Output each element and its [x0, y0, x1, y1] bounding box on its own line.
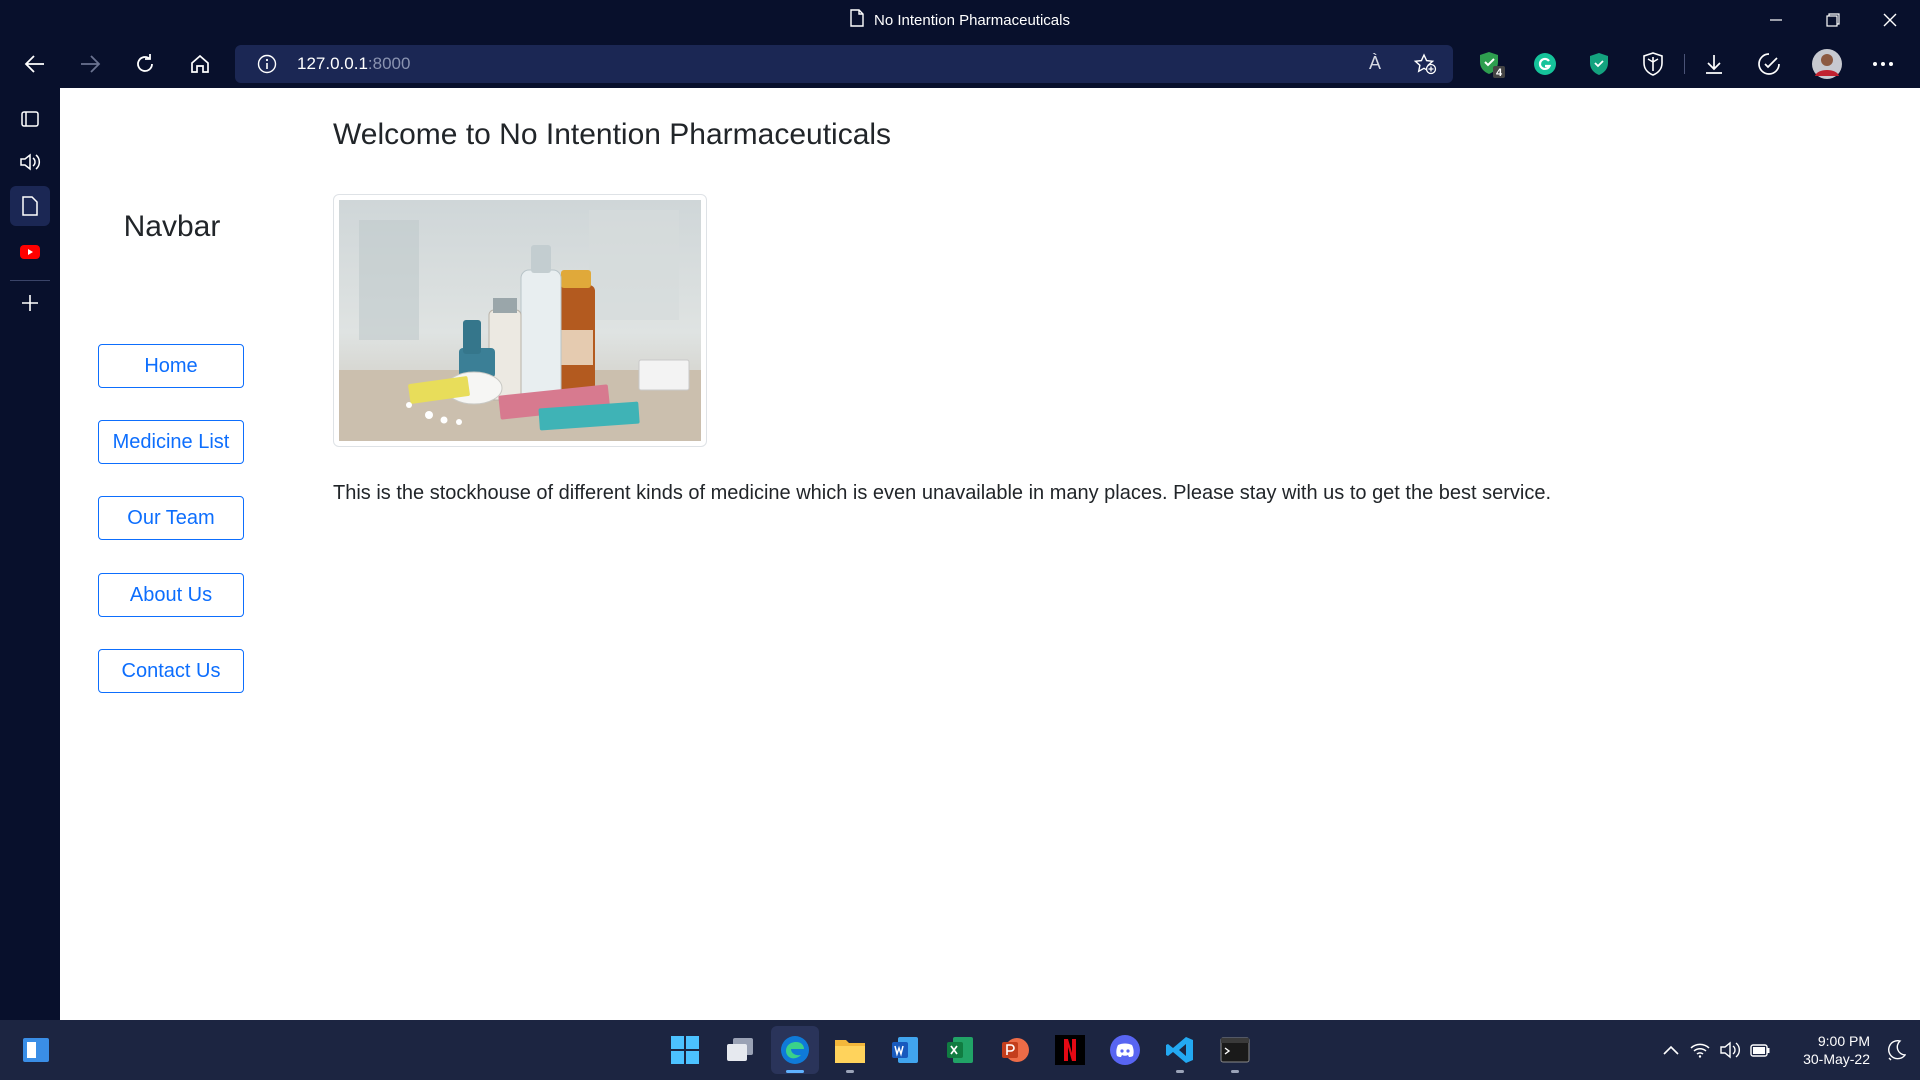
window-title-bar: No Intention Pharmaceuticals: [0, 0, 1920, 40]
nav-about-us-button[interactable]: About Us: [98, 573, 244, 617]
edge-taskbar-icon[interactable]: [771, 1026, 819, 1074]
widgets-icon[interactable]: [12, 1026, 60, 1074]
vscode-indicator: [1176, 1070, 1184, 1073]
clock-time: 9:00 PM: [1817, 1033, 1870, 1049]
add-favorite-icon[interactable]: [1413, 53, 1437, 80]
address-bar[interactable]: 127.0.0.1:8000 À: [235, 45, 1453, 83]
volume-icon[interactable]: [1715, 1041, 1745, 1059]
nav-medicine-list-button[interactable]: Medicine List: [98, 420, 244, 464]
url-text[interactable]: 127.0.0.1:8000: [297, 45, 410, 83]
grammarly-icon[interactable]: [1528, 47, 1562, 81]
home-icon[interactable]: [180, 44, 220, 84]
system-tray: [1657, 1020, 1775, 1080]
restore-button[interactable]: [1805, 0, 1861, 40]
speaker-tab-icon[interactable]: [10, 142, 50, 182]
page-content: Navbar Home Medicine List Our Team About…: [60, 88, 1920, 1020]
url-port: :8000: [367, 54, 411, 73]
discord-icon[interactable]: [1101, 1026, 1149, 1074]
intro-paragraph: This is the stockhouse of different kind…: [333, 482, 1552, 504]
nav-our-team-button[interactable]: Our Team: [98, 496, 244, 540]
clock-date: 30-May-22: [1803, 1051, 1870, 1067]
minimize-button[interactable]: [1748, 0, 1804, 40]
page-document-icon: [850, 9, 864, 31]
medicine-bottles-image: [339, 200, 701, 441]
excel-icon[interactable]: [936, 1026, 984, 1074]
edge-active-indicator: [786, 1070, 804, 1073]
nav-home-button[interactable]: Home: [98, 344, 244, 388]
sidebar-divider: [10, 280, 50, 281]
file-explorer-icon[interactable]: [826, 1026, 874, 1074]
profile-avatar[interactable]: [1810, 47, 1844, 81]
edge-sidebar: [0, 88, 60, 1020]
task-view-icon[interactable]: [716, 1026, 764, 1074]
forward-button[interactable]: [70, 44, 110, 84]
terminal-indicator: [1231, 1070, 1239, 1073]
windows-taskbar: 9:00 PM 30-May-22: [0, 1020, 1920, 1080]
word-icon[interactable]: [881, 1026, 929, 1074]
start-windows-icon[interactable]: [661, 1026, 709, 1074]
toolbar-divider: [1684, 54, 1685, 74]
security-extension-icon[interactable]: [1582, 47, 1616, 81]
taskbar-clock[interactable]: 9:00 PM 30-May-22: [1803, 1032, 1870, 1068]
shield-extension-icon[interactable]: 4: [1474, 47, 1508, 81]
youtube-tab-icon[interactable]: [10, 232, 50, 272]
new-tab-plus-icon[interactable]: [10, 283, 50, 323]
terminal-icon[interactable]: [1211, 1026, 1259, 1074]
close-window-button[interactable]: [1862, 0, 1918, 40]
battery-charging-icon[interactable]: [1745, 1042, 1775, 1058]
url-host: 127.0.0.1: [297, 54, 368, 73]
window-title-area: No Intention Pharmaceuticals: [0, 0, 1920, 40]
page-title: Welcome to No Intention Pharmaceuticals: [333, 118, 892, 151]
wifi-icon[interactable]: [1685, 1042, 1715, 1058]
chevron-up-icon[interactable]: [1657, 1045, 1685, 1055]
more-options-icon[interactable]: [1866, 47, 1900, 81]
browser-essentials-icon[interactable]: [1752, 47, 1786, 81]
document-tab-icon[interactable]: [10, 186, 50, 226]
browser-toolbar: 127.0.0.1:8000 À 4: [0, 40, 1920, 88]
notification-moon-icon[interactable]: [1886, 1039, 1907, 1066]
refresh-button[interactable]: [125, 44, 165, 84]
shield-outline-icon[interactable]: [1636, 47, 1670, 81]
vscode-icon[interactable]: [1156, 1026, 1204, 1074]
window-title: No Intention Pharmaceuticals: [874, 11, 1070, 29]
netflix-icon[interactable]: [1046, 1026, 1094, 1074]
tab-actions-icon[interactable]: [10, 99, 50, 139]
read-aloud-icon[interactable]: À: [1369, 53, 1381, 74]
downloads-icon[interactable]: [1697, 47, 1731, 81]
nav-contact-us-button[interactable]: Contact Us: [98, 649, 244, 693]
extension-badge: 4: [1496, 67, 1503, 79]
back-button[interactable]: [15, 44, 55, 84]
site-info-icon[interactable]: [257, 54, 277, 79]
file-explorer-indicator: [846, 1070, 854, 1073]
medicine-image-thumbnail: [333, 194, 707, 447]
navbar-title: Navbar: [123, 210, 221, 243]
powerpoint-icon[interactable]: [991, 1026, 1039, 1074]
